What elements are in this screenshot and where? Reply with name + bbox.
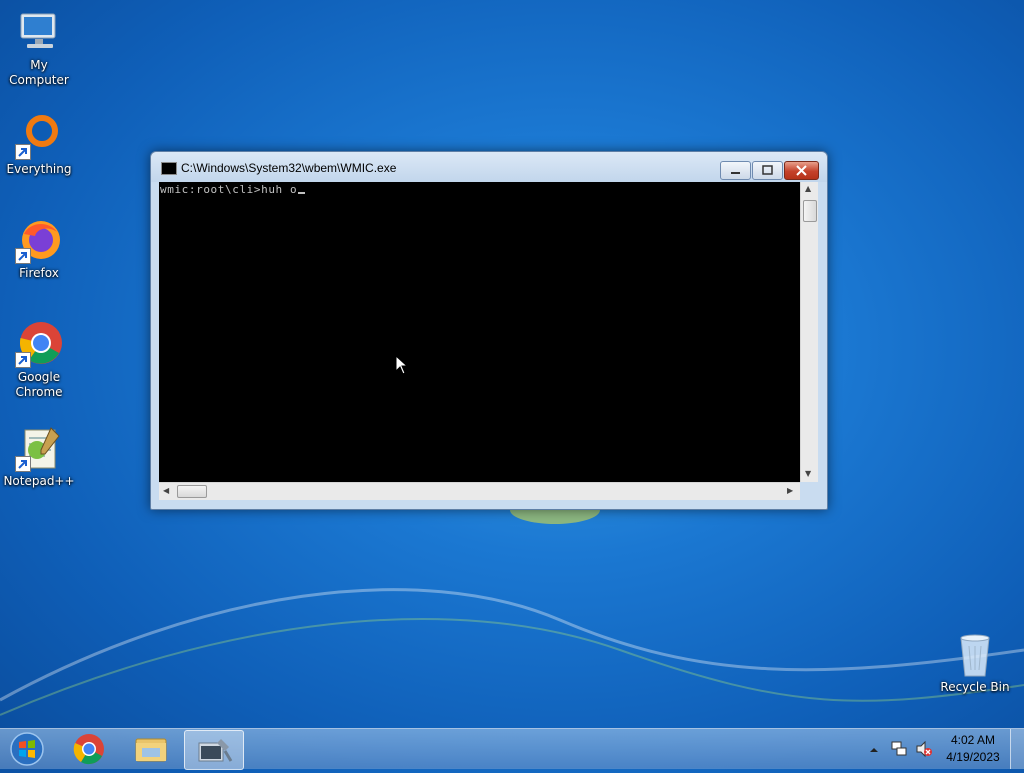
shortcut-arrow-icon bbox=[15, 352, 31, 368]
desktop-icon-label: Google Chrome bbox=[15, 370, 63, 399]
clock-date[interactable]: 4/19/2023 bbox=[940, 750, 1006, 764]
show-hidden-icons-chevron-icon[interactable] bbox=[868, 741, 880, 760]
scroll-left-arrow-icon[interactable]: ◀ bbox=[163, 486, 169, 495]
file-explorer-icon bbox=[135, 738, 167, 762]
taskbar: 4:02 AM 4/19/2023 bbox=[0, 728, 1024, 770]
scroll-up-arrow-icon[interactable]: ▲ bbox=[805, 184, 811, 193]
console-prompt-line: wmic:root\cli>huh o bbox=[160, 183, 306, 196]
horizontal-scrollbar[interactable]: ◀ ▶ bbox=[159, 482, 800, 500]
network-icon[interactable] bbox=[890, 740, 908, 762]
wmic-console-icon bbox=[198, 739, 233, 762]
vertical-scroll-thumb[interactable] bbox=[803, 200, 817, 222]
recycle-bin-icon bbox=[951, 630, 999, 678]
desktop-icon-label: Recycle Bin bbox=[940, 680, 1010, 694]
text-cursor bbox=[298, 192, 306, 194]
desktop-icon-recycle-bin[interactable]: Recycle Bin bbox=[936, 630, 1014, 695]
desktop-icon-label: Firefox bbox=[19, 266, 59, 280]
clock-time[interactable]: 4:02 AM bbox=[940, 733, 1006, 747]
console-app-icon bbox=[161, 162, 177, 175]
taskbar-wmic-console-button[interactable] bbox=[184, 730, 244, 770]
everything-search-icon bbox=[15, 112, 63, 160]
start-button[interactable] bbox=[7, 731, 47, 767]
window-titlebar[interactable]: C:\Windows\System32\wbem\WMIC.exe bbox=[151, 152, 827, 182]
window-title: C:\Windows\System32\wbem\WMIC.exe bbox=[181, 161, 397, 175]
chrome-icon bbox=[15, 320, 63, 368]
notepadpp-icon bbox=[15, 424, 63, 472]
taskbar-file-explorer-button[interactable] bbox=[122, 730, 180, 768]
horizontal-scroll-thumb[interactable] bbox=[177, 485, 207, 498]
console-area[interactable]: wmic:root\cli>huh o bbox=[159, 182, 800, 482]
maximize-button[interactable] bbox=[752, 161, 783, 180]
close-button[interactable] bbox=[784, 161, 819, 180]
console-input-text: wmic:root\cli>huh o bbox=[160, 183, 298, 196]
scroll-right-arrow-icon[interactable]: ▶ bbox=[787, 486, 793, 495]
mouse-cursor-icon bbox=[395, 355, 409, 375]
chrome-icon bbox=[73, 734, 104, 765]
desktop-icon-label: My Computer bbox=[9, 58, 69, 87]
computer-icon bbox=[15, 8, 63, 56]
shortcut-arrow-icon bbox=[15, 144, 31, 160]
vertical-scrollbar[interactable]: ▲ ▼ bbox=[800, 182, 818, 482]
desktop-icon-firefox[interactable]: Firefox bbox=[0, 216, 78, 281]
show-desktop-button[interactable] bbox=[1010, 729, 1024, 769]
desktop-icon-label: Notepad++ bbox=[3, 474, 75, 488]
desktop-icon-notepadpp[interactable]: Notepad++ bbox=[0, 424, 78, 489]
desktop-icon-google-chrome[interactable]: Google Chrome bbox=[0, 320, 78, 400]
desktop-icon-everything[interactable]: Everything bbox=[0, 112, 78, 177]
volume-muted-icon[interactable] bbox=[915, 740, 933, 762]
minimize-button[interactable] bbox=[720, 161, 751, 180]
shortcut-arrow-icon bbox=[15, 456, 31, 472]
shortcut-arrow-icon bbox=[15, 248, 31, 264]
desktop-icon-label: Everything bbox=[6, 162, 72, 176]
firefox-icon bbox=[15, 216, 63, 264]
wmic-console-window[interactable]: C:\Windows\System32\wbem\WMIC.exe wmic:r… bbox=[150, 151, 828, 510]
taskbar-chrome-button[interactable] bbox=[60, 730, 118, 768]
desktop-icon-my-computer[interactable]: My Computer bbox=[0, 8, 78, 88]
scroll-down-arrow-icon[interactable]: ▼ bbox=[805, 469, 811, 478]
